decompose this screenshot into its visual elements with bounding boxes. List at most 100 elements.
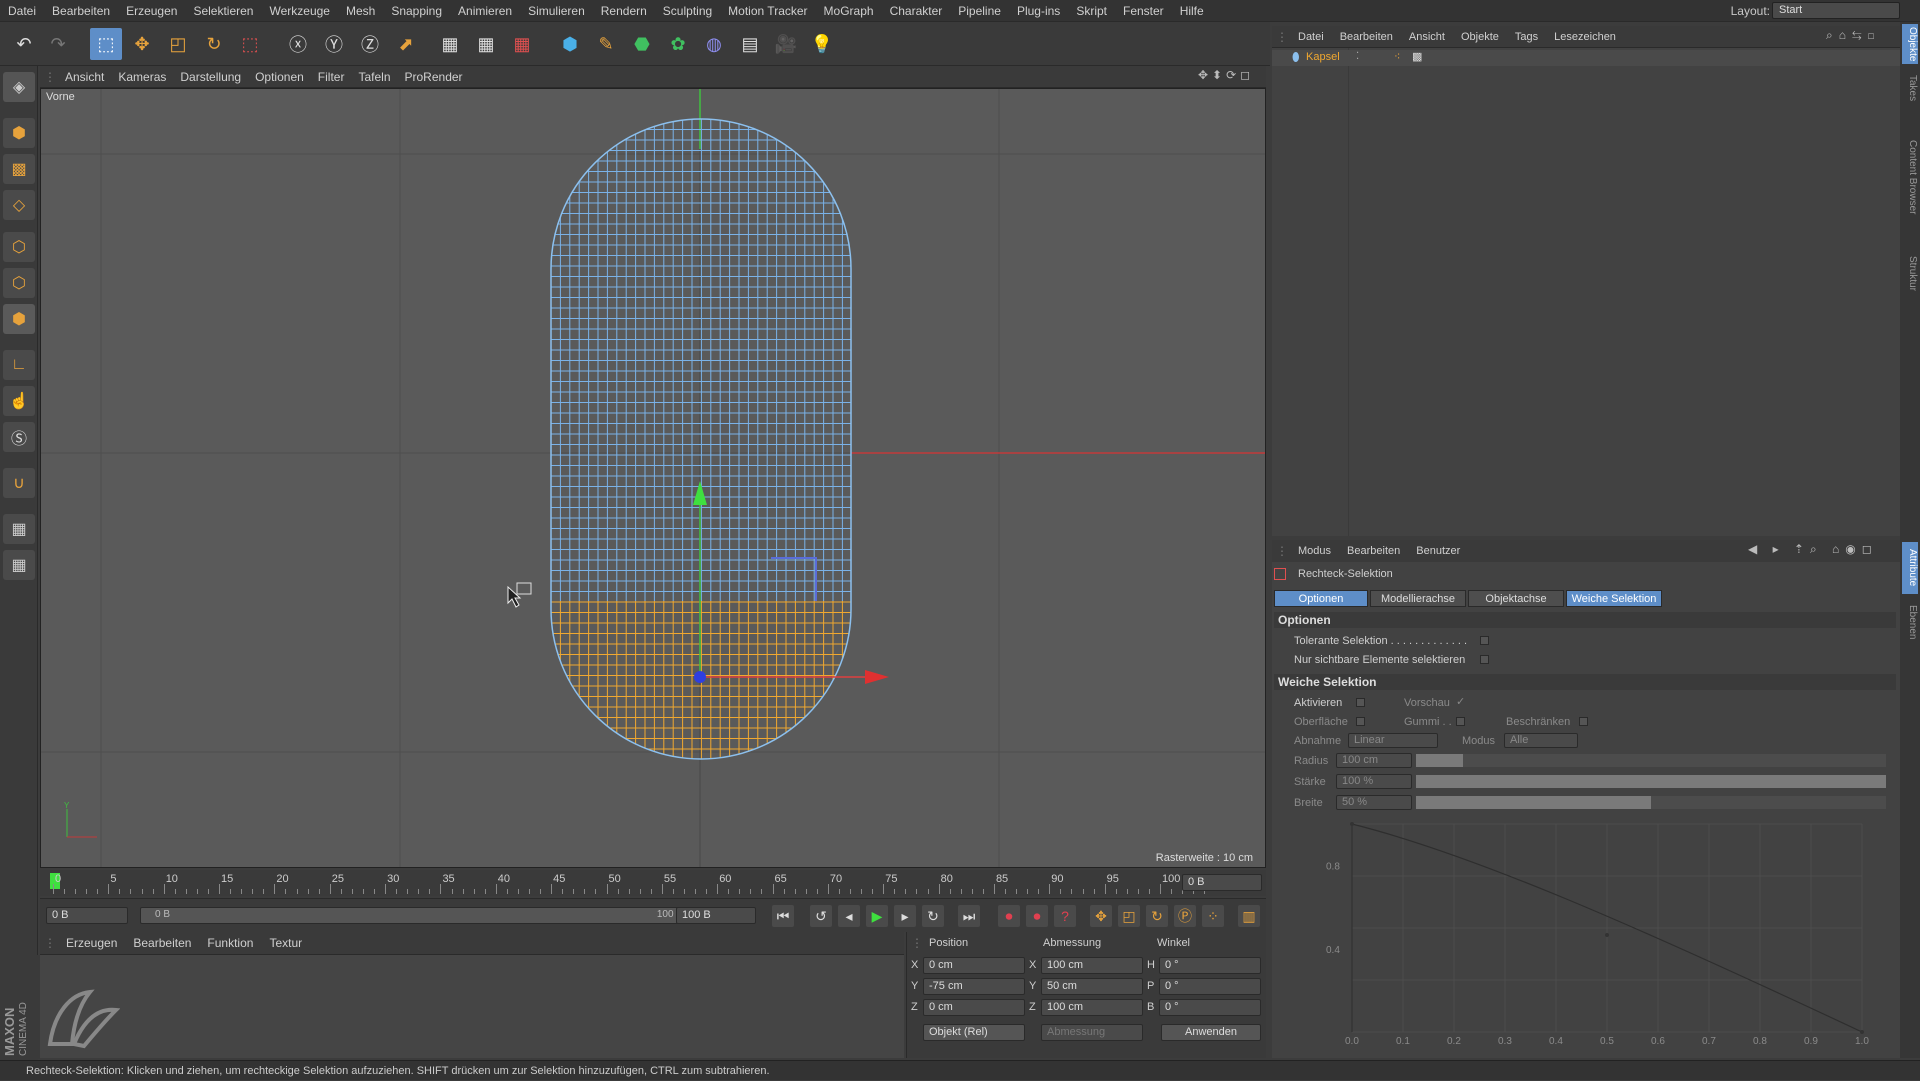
strength-slider[interactable] [1416,775,1886,788]
tab-weiche-selektion[interactable]: Weiche Selektion [1566,590,1662,607]
right-tab-attribute[interactable]: Attribute [1902,542,1918,594]
object-menu-lesezeichen[interactable]: Lesezeichen [1546,26,1624,48]
play-icon[interactable]: ▶ [866,905,888,927]
menu-skript[interactable]: Skript [1068,0,1115,22]
material-area[interactable] [2,954,904,1059]
undo-icon[interactable]: ↶ [8,28,40,60]
rubber-checkbox[interactable] [1456,717,1465,726]
coord-size-select[interactable]: Abmessung [1041,1024,1143,1041]
position-field-x[interactable]: 0 cm [923,957,1025,974]
key-pla-icon[interactable]: ⁘ [1202,905,1224,927]
make-editable-icon[interactable]: ◈ [3,72,35,102]
lock-workplane-icon[interactable]: ▦ [3,514,35,544]
object-manager-icons[interactable]: ⌕⌂⇆◻ [1826,28,1880,43]
material-menu-textur[interactable]: Textur [261,932,310,954]
attribute-menu-bearbeiten[interactable]: Bearbeiten [1339,540,1408,562]
key-scale-icon[interactable]: ◰ [1118,905,1140,927]
menu-bearbeiten[interactable]: Bearbeiten [44,0,118,22]
cloner-icon[interactable]: ✿ [662,28,694,60]
object-menu-bearbeiten[interactable]: Bearbeiten [1332,26,1401,48]
attribute-menu-benutzer[interactable]: Benutzer [1408,540,1468,562]
object-menu-objekte[interactable]: Objekte [1453,26,1507,48]
current-frame-field[interactable]: 0 B [1182,874,1262,891]
object-row-kapsel[interactable]: ⬮ Kapsel ⁚ ⁖ ▩ [1272,50,1900,66]
y-axis-lock-icon[interactable]: Ⓨ [318,28,350,60]
start-frame-field[interactable]: 0 B [46,907,128,924]
attribute-menu-modus[interactable]: Modus [1290,540,1339,562]
axis-mode-icon[interactable]: ∟ [3,350,35,380]
render-settings-icon[interactable]: ▦ [506,28,538,60]
menu-datei[interactable]: Datei [0,0,44,22]
render-view-icon[interactable]: ▦ [434,28,466,60]
viewport-menu-optionen[interactable]: Optionen [248,66,311,88]
menu-sculpting[interactable]: Sculpting [655,0,720,22]
range-slider[interactable]: 0 B 100 B [140,907,700,924]
timeline[interactable]: 0 5 10 15 20 25 30 35 40 45 50 55 60 65 70 75 80 85 90 95 10… [40,870,1266,896]
object-menu-tags[interactable]: Tags [1507,26,1546,48]
pen-spline-icon[interactable]: ✎ [590,28,622,60]
falloff-graph[interactable]: 0.0 0.1 0.2 0.3 0.4 0.5 0.6 0.7 0.8 0.9 1.0 0.8 0.4 [1272,814,1898,1044]
menu-werkzeuge[interactable]: Werkzeuge [261,0,337,22]
viewport-menu-prorender[interactable]: ProRender [398,66,470,88]
menu-hilfe[interactable]: Hilfe [1172,0,1212,22]
points-mode-icon[interactable]: ⬡ [3,232,35,262]
tab-modellierachse[interactable]: Modellierachse [1370,590,1466,607]
menu-mograph[interactable]: MoGraph [816,0,882,22]
layout-select[interactable]: Start [1772,2,1900,19]
width-slider[interactable] [1416,796,1886,809]
size-field-z[interactable]: 100 cm [1041,999,1143,1016]
menu-erzeugen[interactable]: Erzeugen [118,0,185,22]
menu-animieren[interactable]: Animieren [450,0,520,22]
z-axis-lock-icon[interactable]: Ⓩ [354,28,386,60]
coord-mode-select[interactable]: Objekt (Rel) [923,1024,1025,1041]
rotate-tool-icon[interactable]: ↻ [198,28,230,60]
angle-field-p[interactable]: 0 ° [1159,978,1261,995]
menu-rendern[interactable]: Rendern [593,0,655,22]
next-frame-icon[interactable]: ▸ [894,905,916,927]
camera-icon[interactable]: 🎥 [770,28,802,60]
move-tool-icon[interactable]: ✥ [126,28,158,60]
record-icon[interactable]: ⏺ [998,905,1020,927]
position-field-z[interactable]: 0 cm [923,999,1025,1016]
goto-end-icon[interactable]: ⏭ [958,905,980,927]
menu-motion-tracker[interactable]: Motion Tracker [720,0,815,22]
light-icon[interactable]: 💡 [806,28,838,60]
menu-pipeline[interactable]: Pipeline [950,0,1009,22]
timeline-window-icon[interactable]: ▥ [1238,905,1260,927]
workplane-icon[interactable]: ◇ [3,190,35,220]
radius-field[interactable]: 100 cm [1336,753,1412,768]
width-field[interactable]: 50 % [1336,795,1412,810]
viewport-menu-kameras[interactable]: Kameras [111,66,173,88]
tab-objektachse[interactable]: Objektachse [1468,590,1564,607]
phong-tag-icon[interactable]: ⁖ [1394,50,1400,63]
cube-primitive-icon[interactable]: ⬢ [554,28,586,60]
viewport-menu-tafeln[interactable]: Tafeln [351,66,397,88]
apply-button[interactable]: Anwenden [1161,1024,1261,1041]
floor-scene-icon[interactable]: ▤ [734,28,766,60]
mode-select[interactable]: Alle [1504,733,1578,748]
deformer-icon[interactable]: ◍ [698,28,730,60]
viewport-menu-ansicht[interactable]: Ansicht [58,66,111,88]
size-field-x[interactable]: 100 cm [1041,957,1143,974]
restrict-checkbox[interactable] [1579,717,1588,726]
material-menu-erzeugen[interactable]: Erzeugen [58,932,125,954]
viewport-menu-filter[interactable]: Filter [311,66,352,88]
snap-icon[interactable]: Ⓢ [3,422,35,452]
coordinate-system-icon[interactable]: ⬈ [390,28,422,60]
viewport-nav-icons[interactable]: ✥⬍⟳◻ [1198,68,1254,82]
angle-field-b[interactable]: 0 ° [1159,999,1261,1016]
end-frame-field[interactable]: 100 B [676,907,756,924]
polygons-mode-icon[interactable]: ⬢ [3,304,35,334]
redo-icon[interactable]: ↷ [42,28,74,60]
visibility-dots-icon[interactable]: ⁚ [1356,51,1359,62]
object-menu-ansicht[interactable]: Ansicht [1401,26,1453,48]
right-tab-struktur[interactable]: Struktur [1902,248,1918,300]
preview-check-icon[interactable]: ✓ [1456,695,1465,708]
key-position-icon[interactable]: ✥ [1090,905,1112,927]
magnet-icon[interactable]: ∪ [3,468,35,498]
menu-fenster[interactable]: Fenster [1115,0,1172,22]
select-tool-icon[interactable]: ⬚ [90,28,122,60]
key-rotation-icon[interactable]: ↻ [1146,905,1168,927]
tab-optionen[interactable]: Optionen [1274,590,1368,607]
surface-checkbox[interactable] [1356,717,1365,726]
